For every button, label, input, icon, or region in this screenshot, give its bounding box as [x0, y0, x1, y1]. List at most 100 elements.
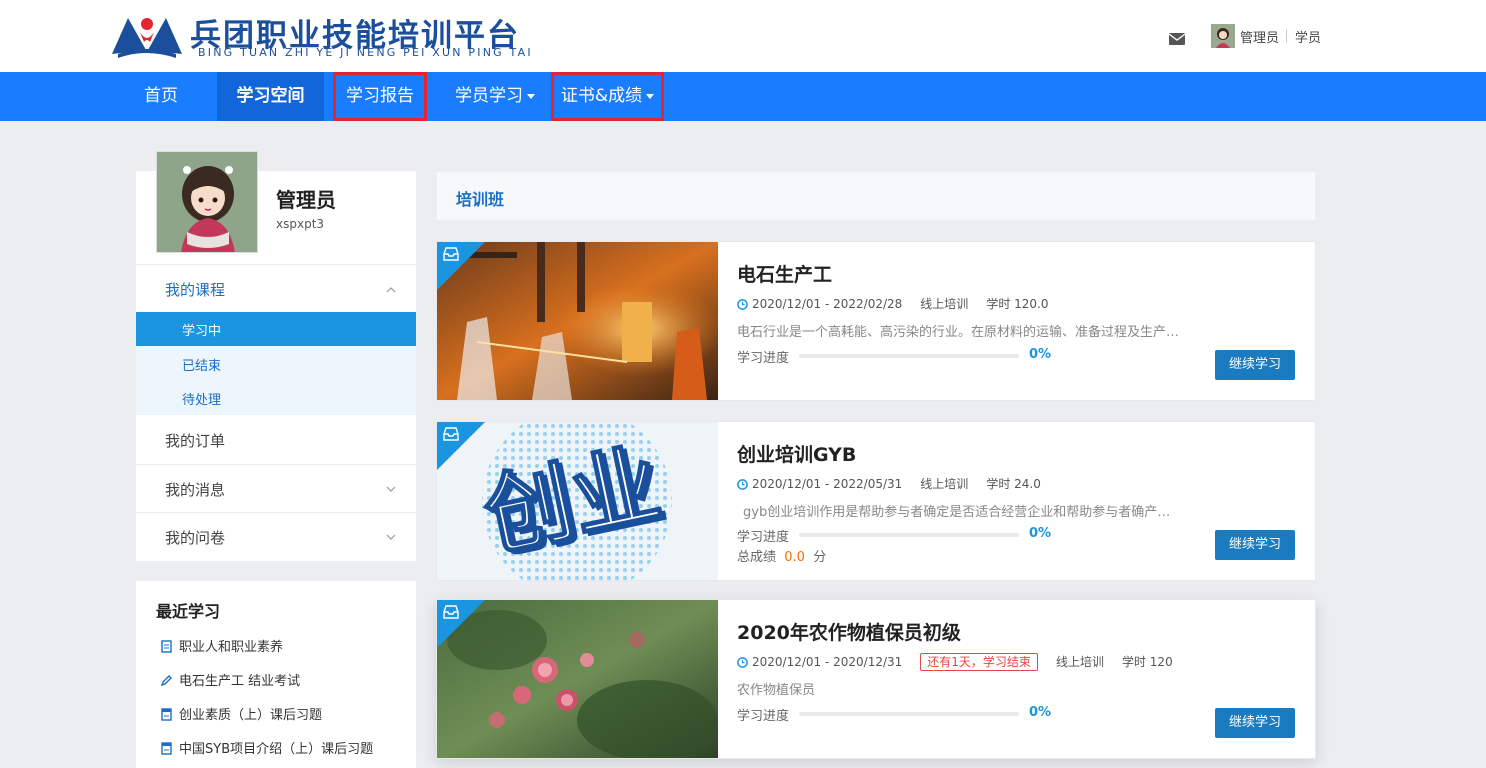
profile-avatar[interactable] — [156, 151, 258, 253]
chevron-down-icon[interactable] — [386, 532, 396, 542]
profile-id: xspxpt3 — [276, 217, 325, 231]
submenu-finished[interactable]: 已结束 — [182, 355, 221, 374]
progress-bar — [799, 354, 1019, 358]
nav-certificates-label: 证书&成绩 — [560, 86, 643, 106]
header-user-name[interactable]: 管理员 — [1240, 27, 1279, 46]
recent-item-label: 中国SYB项目介绍（上）课后习题 — [179, 742, 374, 757]
course-mode: 线上培训 — [920, 297, 969, 311]
progress-percent: 0% — [1029, 347, 1052, 362]
profile-name: 管理员 — [276, 188, 336, 212]
course-mode: 线上培训 — [1055, 655, 1104, 669]
recent-item[interactable]: 职业人和职业素养 — [160, 636, 283, 655]
course-hours-label: 学时 — [986, 297, 1011, 311]
sidebar-my-courses[interactable]: 我的课程 — [165, 279, 225, 300]
chevron-up-icon[interactable] — [386, 285, 396, 295]
course-meta: 2020/12/01 - 2022/05/31 线上培训 学时 24.0 — [737, 475, 1041, 492]
deadline-badge: 还有1天，学习结束 — [920, 653, 1038, 671]
header-user-role[interactable]: 学员 — [1295, 27, 1321, 46]
progress-bar — [799, 533, 1019, 537]
course-title[interactable]: 电石生产工 — [737, 260, 832, 287]
brand-subtitle: BING TUAN ZHI YE JI NENG PEI XUN PING TA… — [198, 46, 533, 59]
course-title[interactable]: 2020年农作物植保员初级 — [737, 618, 961, 645]
progress-bar — [799, 712, 1019, 716]
course-description: 农作物植保员 — [737, 683, 816, 698]
course-thumbnail[interactable] — [437, 600, 718, 758]
nav-study-report-label: 学习报告 — [346, 86, 414, 106]
nav-study-report[interactable]: 学习报告 — [333, 72, 427, 121]
logo-book-icon — [112, 18, 182, 58]
score-value: 0.0 — [784, 550, 805, 565]
progress-percent: 0% — [1029, 526, 1052, 541]
clock-icon — [737, 657, 748, 668]
nav-student-study[interactable]: 学员学习 — [443, 72, 547, 121]
inbox-icon — [443, 427, 459, 441]
course-description: 电石行业是一个高耗能、高污染的行业。在原材料的运输、准备过程及生产过程中都会产生… — [737, 325, 1182, 340]
course-hours-label: 学时 — [1121, 655, 1146, 669]
inbox-icon — [443, 605, 459, 619]
course-card: 电石生产工 2020/12/01 - 2022/02/28 线上培训 学时 120.… — [436, 241, 1316, 401]
site-logo[interactable]: 兵团职业技能培训平台 BING TUAN ZHI YE JI NENG PEI … — [110, 8, 570, 64]
progress-label: 学习进度 — [737, 351, 790, 366]
course-title[interactable]: 创业培训GYB — [737, 440, 856, 467]
exercise-icon — [161, 742, 172, 755]
top-header: 兵团职业技能培训平台 BING TUAN ZHI YE JI NENG PEI … — [0, 0, 1486, 72]
course-dates: 2020/12/01 - 2022/05/31 — [752, 477, 903, 491]
nav-home[interactable]: 首页 — [124, 72, 198, 121]
header-divider — [1286, 29, 1287, 43]
section-header — [436, 171, 1316, 221]
user-avatar[interactable] — [1211, 24, 1235, 48]
nav-student-study-label: 学员学习 — [455, 86, 523, 106]
course-meta: 2020/12/01 - 2022/02/28 线上培训 学时 120.0 — [737, 295, 1049, 312]
nav-learning-space-label: 学习空间 — [236, 86, 305, 106]
progress-percent: 0% — [1029, 705, 1052, 720]
continue-learning-button[interactable]: 继续学习 — [1215, 708, 1295, 738]
submenu-pending[interactable]: 待处理 — [182, 389, 221, 408]
divider — [136, 512, 416, 513]
continue-learning-button[interactable]: 继续学习 — [1215, 530, 1295, 560]
divider — [136, 464, 416, 465]
course-thumbnail[interactable]: 创业 创业 — [437, 422, 718, 580]
progress-label: 学习进度 — [737, 530, 790, 545]
recent-item[interactable]: 创业素质（上）课后习题 — [160, 704, 322, 723]
submenu-background — [136, 346, 416, 415]
recent-item-label: 电石生产工 结业考试 — [179, 674, 301, 689]
document-icon — [161, 640, 172, 653]
recent-item[interactable]: 电石生产工 结业考试 — [160, 670, 300, 689]
caret-down-icon — [646, 93, 655, 99]
clock-icon — [737, 479, 748, 490]
progress-label: 学习进度 — [737, 709, 790, 724]
caret-down-icon — [527, 93, 535, 99]
recent-learning-title: 最近学习 — [156, 602, 221, 621]
course-hours: 120 — [1149, 655, 1173, 669]
submenu-active-bar — [136, 312, 416, 346]
chevron-down-icon[interactable] — [386, 484, 396, 494]
recent-item[interactable]: 中国SYB项目介绍（上）课后习题 — [160, 738, 373, 757]
recent-item-label: 职业人和职业素养 — [179, 640, 284, 655]
mail-icon[interactable] — [1169, 33, 1185, 45]
nav-learning-space[interactable]: 学习空间 — [217, 72, 324, 121]
score-label: 总成绩 — [737, 550, 777, 565]
nav-home-label: 首页 — [144, 86, 178, 106]
sidebar-my-surveys[interactable]: 我的问卷 — [165, 527, 225, 548]
course-card: 2020年农作物植保员初级 2020/12/01 - 2020/12/31 还有1… — [436, 599, 1316, 759]
recent-item-label: 创业素质（上）课后习题 — [179, 708, 323, 723]
course-dates: 2020/12/01 - 2022/02/28 — [752, 297, 903, 311]
course-hours: 120.0 — [1014, 297, 1049, 311]
sidebar-my-orders[interactable]: 我的订单 — [165, 430, 225, 451]
nav-certificates-scores[interactable]: 证书&成绩 — [551, 72, 664, 121]
course-mode: 线上培训 — [920, 477, 969, 491]
clock-icon — [737, 299, 748, 310]
continue-learning-button[interactable]: 继续学习 — [1215, 350, 1295, 380]
score-unit: 分 — [813, 550, 827, 565]
course-thumbnail[interactable] — [437, 242, 718, 400]
main-nav: 首页 学习空间 学习报告 学员学习 证书&成绩 — [0, 72, 1486, 121]
course-meta: 2020/12/01 - 2020/12/31 还有1天，学习结束 线上培训 学时 1… — [737, 653, 1173, 671]
course-dates: 2020/12/01 - 2020/12/31 — [752, 655, 903, 669]
submenu-in-progress[interactable]: 学习中 — [182, 320, 221, 339]
avatar-girl-icon — [157, 152, 257, 252]
course-hours: 24.0 — [1014, 477, 1041, 491]
inbox-icon — [443, 247, 459, 261]
divider — [136, 264, 416, 265]
course-description: gyb创业培训作用是帮助参与者确定是否适合经营企业和帮助参与者确产生一个好的企业… — [743, 505, 1182, 520]
sidebar-my-messages[interactable]: 我的消息 — [165, 479, 225, 500]
